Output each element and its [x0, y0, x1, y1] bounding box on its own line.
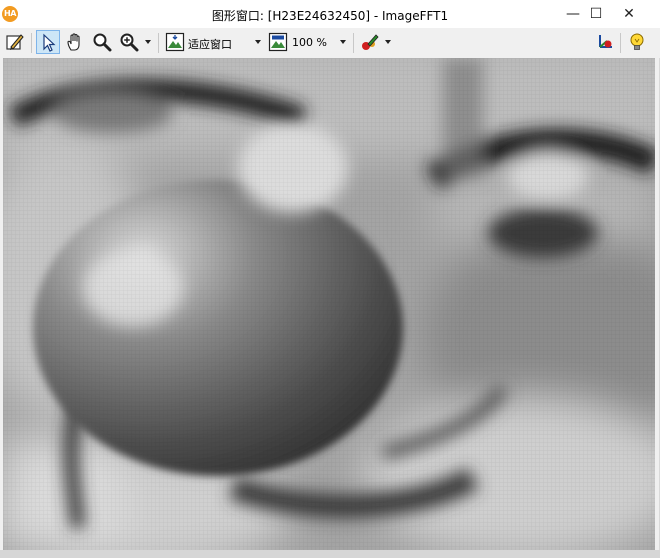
zoom-percent-icon [268, 32, 288, 52]
toolbar-separator [31, 33, 32, 53]
close-button[interactable]: ✕ [612, 0, 646, 28]
fit-window-label[interactable]: 适应窗口 [188, 36, 232, 52]
edit-button[interactable] [3, 30, 27, 54]
display-info-button[interactable] [625, 30, 649, 54]
axes-3d-icon [599, 35, 612, 48]
fit-window-dropdown-arrow[interactable] [255, 40, 261, 44]
graphics-window: HA 图形窗口: [H23E24632450] - ImageFFT1 — ☐ … [0, 0, 660, 552]
bottom-strip [0, 550, 660, 558]
zoom-percent-button[interactable] [266, 30, 290, 54]
lightbulb-icon [630, 33, 644, 50]
fit-window-icon [165, 32, 185, 52]
zoom-mode-dropdown-arrow[interactable] [145, 40, 151, 44]
toolbar-separator [620, 33, 621, 53]
pointer-arrow-icon [43, 33, 56, 52]
pan-tool-button[interactable] [63, 30, 87, 54]
image-canvas[interactable] [3, 58, 655, 550]
pointer-tool-button[interactable] [36, 30, 60, 54]
edit-pencil-icon [6, 34, 24, 50]
zoom-percent-dropdown-arrow[interactable] [340, 40, 346, 44]
color-dropdown-arrow[interactable] [385, 40, 391, 44]
color-settings-button[interactable] [358, 30, 382, 54]
magnify-tool-button[interactable] [90, 30, 114, 54]
toolbar-separator [353, 33, 354, 53]
magnify-icon [93, 33, 112, 52]
zoom-in-icon [120, 33, 139, 52]
pan-hand-icon [67, 33, 80, 51]
zoom-tool-button[interactable] [117, 30, 141, 54]
toolbar-separator [158, 33, 159, 53]
3d-view-button[interactable] [593, 30, 617, 54]
title-bar[interactable]: HA 图形窗口: [H23E24632450] - ImageFFT1 — ☐ … [0, 0, 660, 28]
fit-window-button[interactable] [163, 30, 187, 54]
maximize-button[interactable]: ☐ [579, 0, 613, 28]
color-paint-icon [362, 34, 379, 50]
image-viewport[interactable] [3, 58, 655, 550]
zoom-percent-label[interactable]: 100 % [292, 36, 327, 49]
toolbar: 适应窗口 100 % [0, 28, 660, 58]
